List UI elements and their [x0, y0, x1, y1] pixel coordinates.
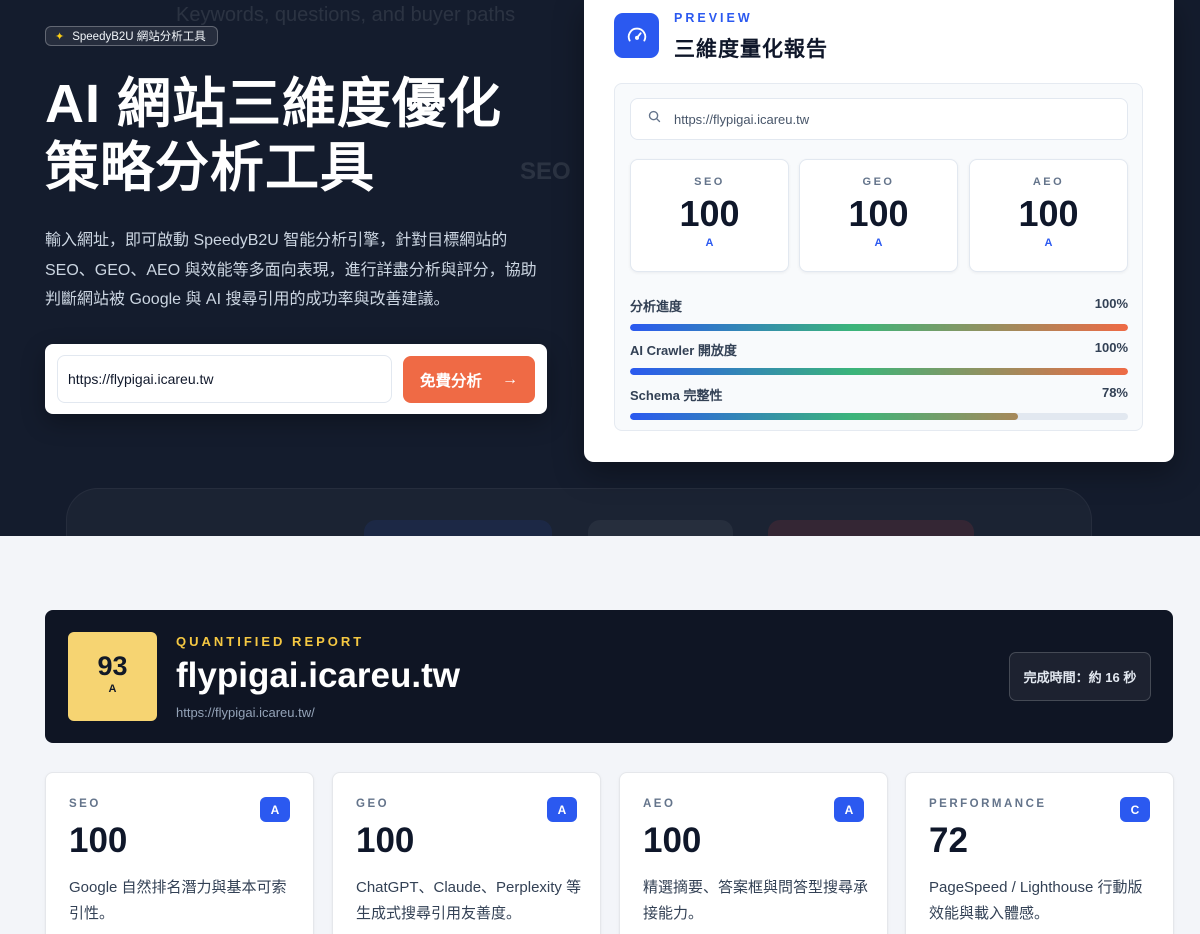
overall-score-grade: A [108, 683, 117, 695]
background-pill [768, 520, 974, 536]
progress-track [630, 413, 1128, 420]
score-label: SEO [694, 176, 725, 188]
metric-grade-badge: A [834, 797, 864, 822]
report-header: 93 A QUANTIFIED REPORT flypigai.icareu.t… [45, 610, 1173, 743]
metric-description: Google 自然排名潛力與基本可索引性。 [69, 879, 287, 922]
metric-grade-badge: A [547, 797, 577, 822]
preview-kicker: PREVIEW [674, 11, 753, 25]
progress-track [630, 368, 1128, 375]
metric-card-geo: GEO A 100 ChatGPT、Claude、Perplexity 等生成式… [332, 772, 601, 934]
hero-description: 輸入網址，即可啟動 SpeedyB2U 智能分析引擎，針對目標網站的 SEO、G… [45, 232, 537, 308]
progress-row-schema: Schema 完整性 78% [630, 385, 1128, 420]
preview-panel: https://flypigai.icareu.tw SEO 100 A GEO… [614, 83, 1143, 431]
gauge-icon [614, 13, 659, 58]
metric-label: SEO [69, 798, 101, 810]
page-title-line-1: AI 網站三維度優化 [45, 74, 503, 134]
metric-label: AEO [643, 798, 676, 810]
score-value: 100 [1018, 193, 1079, 234]
page-title-line-2: 策略分析工具 [45, 138, 375, 198]
score-label: AEO [1032, 176, 1065, 188]
metric-value: 100 [356, 821, 415, 860]
background-pill [364, 520, 552, 536]
preview-score-seo: SEO 100 A [630, 159, 789, 272]
progress-row-analysis: 分析進度 100% [630, 296, 1128, 331]
preview-card: PREVIEW 三維度量化報告 https://flypigai.icareu.… [584, 0, 1174, 462]
score-grade: A [705, 237, 714, 249]
free-analysis-button-label: 免費分析 [419, 372, 482, 390]
metric-value: 72 [929, 821, 968, 860]
metric-description: ChatGPT、Claude、Perplexity 等生成式搜尋引用友善度。 [356, 879, 582, 922]
analyze-form: 免費分析 → [45, 344, 547, 414]
preview-search-text: https://flypigai.icareu.tw [674, 111, 810, 127]
progress-label: Schema 完整性 [630, 388, 723, 403]
progress-label: 分析進度 [630, 299, 683, 314]
overall-score-badge: 93 A [68, 632, 157, 721]
score-value: 100 [848, 193, 909, 234]
free-analysis-button[interactable]: 免費分析 → [403, 356, 535, 403]
metric-label: GEO [356, 798, 390, 810]
progress-percent: 100% [1094, 340, 1128, 355]
progress-label: AI Crawler 開放度 [630, 343, 737, 358]
report-url: https://flypigai.icareu.tw/ [176, 705, 315, 720]
page-title: AI 網站三維度優化 策略分析工具 [45, 72, 585, 200]
search-icon [647, 109, 662, 129]
preview-search-bar: https://flypigai.icareu.tw [630, 98, 1128, 140]
overall-score-value: 93 [97, 651, 128, 681]
score-value: 100 [679, 193, 740, 234]
progress-track [630, 324, 1128, 331]
metric-label: PERFORMANCE [929, 798, 1047, 810]
progress-percent: 100% [1094, 296, 1128, 311]
score-grade: A [874, 237, 883, 249]
report-kicker: QUANTIFIED REPORT [176, 634, 365, 649]
progress-percent: 78% [1101, 385, 1128, 400]
metric-description: 精選摘要、答案框與問答型搜尋承接能力。 [643, 879, 869, 922]
metric-description: PageSpeed / Lighthouse 行動版效能與載入體感。 [929, 879, 1143, 922]
preview-title: 三維度量化報告 [674, 38, 828, 61]
background-pill [588, 520, 733, 536]
preview-score-geo: GEO 100 A [799, 159, 958, 272]
metric-grade-badge: A [260, 797, 290, 822]
sparkle-icon: ✦ [55, 30, 65, 43]
progress-fill [630, 324, 1128, 331]
background-keywords-text: Keywords, questions, and buyer paths [176, 4, 516, 26]
report-domain: flypigai.icareu.tw [176, 656, 460, 695]
preview-score-aeo: AEO 100 A [969, 159, 1128, 272]
progress-row-crawler: AI Crawler 開放度 100% [630, 340, 1128, 375]
metric-card-aeo: AEO A 100 精選摘要、答案框與問答型搜尋承接能力。 [619, 772, 888, 934]
tool-badge: ✦ SpeedyB2U 網站分析工具 [45, 26, 218, 46]
tool-badge-label: SpeedyB2U 網站分析工具 [72, 31, 206, 43]
metric-value: 100 [643, 821, 702, 860]
completion-time-badge: 完成時間：約 16 秒 [1009, 652, 1151, 701]
metric-grade-badge: C [1120, 797, 1150, 822]
metric-value: 100 [69, 821, 128, 860]
metric-card-performance: PERFORMANCE C 72 PageSpeed / Lighthouse … [905, 772, 1174, 934]
url-input[interactable] [57, 355, 392, 403]
score-label: GEO [862, 176, 895, 188]
arrow-right-icon: → [502, 370, 518, 388]
progress-fill [630, 368, 1128, 375]
metric-card-seo: SEO A 100 Google 自然排名潛力與基本可索引性。 [45, 772, 314, 934]
score-grade: A [1044, 237, 1053, 249]
progress-fill [630, 413, 1019, 420]
